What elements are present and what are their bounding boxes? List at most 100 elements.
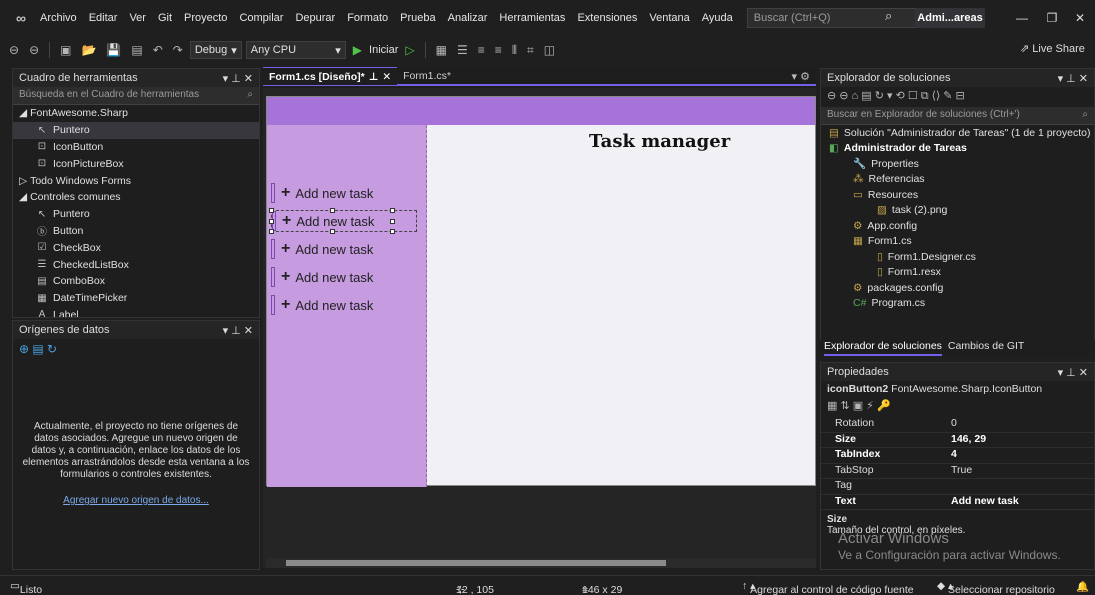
- toolbox-item[interactable]: ☰ CheckedListBox: [13, 256, 259, 273]
- property-value[interactable]: True: [951, 464, 972, 479]
- redo-icon[interactable]: ↷: [170, 43, 186, 57]
- restore-icon[interactable]: ❐: [1038, 6, 1066, 30]
- undo-icon[interactable]: ↶: [150, 43, 166, 57]
- toolbox-item[interactable]: ▤ ComboBox: [13, 273, 259, 290]
- resize-handle[interactable]: [269, 219, 274, 224]
- solution-tree-item[interactable]: ▤ Solución "Administrador de Tareas" (1 d…: [821, 125, 1094, 141]
- solution-tree-item[interactable]: ⚙ packages.config: [821, 280, 1094, 296]
- save-icon[interactable]: 💾: [103, 43, 124, 57]
- add-task-button-selected[interactable]: + Add new task: [269, 208, 417, 234]
- expand-closed-icon[interactable]: ▷: [19, 175, 27, 187]
- menu-depurar[interactable]: Depurar: [289, 12, 341, 24]
- run-without-debug-icon[interactable]: ▷: [402, 43, 417, 57]
- pin-icon[interactable]: ▾ ⊥ ✕: [1058, 72, 1088, 85]
- pin-icon[interactable]: ▾ ⊥ ✕: [223, 324, 253, 337]
- toolbox-item[interactable]: ☑ CheckBox: [13, 239, 259, 256]
- toolbox-item[interactable]: ◢ Controles comunes: [13, 189, 259, 206]
- close-icon[interactable]: ✕: [1066, 6, 1094, 30]
- resize-handle[interactable]: [330, 208, 335, 213]
- solution-tree-item[interactable]: ▭ Resources: [821, 187, 1094, 203]
- resize-handle[interactable]: [390, 208, 395, 213]
- save-all-icon[interactable]: ▤: [128, 43, 145, 57]
- toolbox-item[interactable]: ◢ FontAwesome.Sharp: [13, 105, 259, 122]
- property-row[interactable]: Text Add new task: [821, 495, 1094, 510]
- menu-archivo[interactable]: Archivo: [34, 12, 83, 24]
- menu-prueba[interactable]: Prueba: [394, 12, 441, 24]
- solution-tree-item[interactable]: ⚙ App.config: [821, 218, 1094, 234]
- toolbox-item[interactable]: ▷ Todo Windows Forms: [13, 172, 259, 189]
- run-icon[interactable]: ▶: [350, 43, 365, 57]
- bring-front-icon[interactable]: ◫: [541, 43, 558, 57]
- toolbox-search-input[interactable]: Búsqueda en el Cuadro de herramientas ⌕: [13, 87, 259, 105]
- property-row[interactable]: Rotation 0: [821, 417, 1094, 433]
- solution-tree-item[interactable]: ▨ task (2).png: [821, 203, 1094, 219]
- pin-icon[interactable]: ⊥: [369, 71, 379, 83]
- resize-handle[interactable]: [269, 229, 274, 234]
- property-value[interactable]: 4: [951, 448, 957, 463]
- add-task-button[interactable]: + Add new task: [271, 238, 417, 260]
- scrollbar-thumb[interactable]: [286, 560, 666, 566]
- search-icon[interactable]: ⌕: [885, 8, 892, 24]
- tab-git-changes[interactable]: Cambios de GIT: [948, 340, 1024, 356]
- property-row[interactable]: TabIndex 4: [821, 448, 1094, 464]
- menu-compilar[interactable]: Compilar: [233, 12, 289, 24]
- solution-tree-item[interactable]: 🔧 Properties: [821, 156, 1094, 172]
- spacing-icon[interactable]: ⦀: [509, 43, 520, 58]
- forward-icon[interactable]: ⊖: [26, 43, 42, 57]
- property-value[interactable]: 146, 29: [951, 433, 986, 448]
- back-icon[interactable]: ⊖: [6, 43, 22, 57]
- properties-object-selector[interactable]: iconButton2 FontAwesome.Sharp.IconButton: [821, 381, 1094, 397]
- menu-ver[interactable]: Ver: [123, 12, 152, 24]
- pin-icon[interactable]: ▾ ⊥ ✕: [223, 72, 253, 85]
- solution-tree-item[interactable]: ▯ Form1.Designer.cs: [821, 249, 1094, 265]
- solution-search-input[interactable]: Buscar en Explorador de soluciones (Ctrl…: [821, 107, 1094, 125]
- select-repository-button[interactable]: ◆ Seleccionar repositorio ▴: [937, 580, 1055, 595]
- tab-form1-design[interactable]: Form1.cs [Diseño]* ⊥ ✕: [263, 67, 398, 85]
- align-center-icon[interactable]: ≡: [475, 43, 488, 57]
- live-share-button[interactable]: ⇗ Live Share: [1020, 42, 1085, 55]
- menu-ayuda[interactable]: Ayuda: [696, 12, 739, 24]
- solution-explorer-toolbar[interactable]: ⊖ ⊖ ⌂ ▤ ↻ ▾ ⟲ ☐ ⧉ ⟨⟩ ✎ ⊟: [821, 87, 1094, 107]
- toolbox-item[interactable]: ⓑ Button: [13, 223, 259, 240]
- toolbox-item[interactable]: ↖ Puntero: [13, 121, 259, 139]
- menu-extensiones[interactable]: Extensiones: [571, 12, 643, 24]
- resize-handle[interactable]: [330, 229, 335, 234]
- add-task-button[interactable]: + Add new task: [271, 182, 417, 204]
- align-right-icon[interactable]: ≡: [492, 43, 505, 57]
- add-task-button[interactable]: + Add new task: [271, 294, 417, 316]
- form-title-label[interactable]: Task manager: [589, 131, 730, 152]
- platform-select[interactable]: Any CPU ▾: [245, 41, 346, 59]
- toolbox-item[interactable]: A Label: [13, 307, 259, 317]
- menu-formato[interactable]: Formato: [341, 12, 394, 24]
- form-canvas[interactable]: + Add new task + Add new task + Add new …: [266, 96, 816, 487]
- menu-ventana[interactable]: Ventana: [643, 12, 695, 24]
- add-datasource-icon[interactable]: ⊕ ▤ ↻: [13, 339, 259, 359]
- solution-tree-item[interactable]: ⁂ Referencias: [821, 172, 1094, 188]
- visual-studio-logo-icon[interactable]: ∞: [8, 8, 34, 28]
- designer-horizontal-scrollbar[interactable]: [266, 558, 816, 568]
- toolbox-item[interactable]: ↖ Puntero: [13, 206, 259, 223]
- menu-editar[interactable]: Editar: [83, 12, 124, 24]
- add-datasource-link[interactable]: Agregar nuevo origen de datos...: [13, 495, 259, 506]
- minimize-icon[interactable]: —: [1008, 6, 1036, 30]
- form-header-panel[interactable]: [267, 97, 815, 125]
- menu-git[interactable]: Git: [152, 12, 178, 24]
- property-value[interactable]: Add new task: [951, 495, 1019, 510]
- expand-open-icon[interactable]: ◢: [19, 191, 27, 203]
- run-button[interactable]: Iniciar: [369, 44, 398, 56]
- resize-handle[interactable]: [269, 208, 274, 213]
- form-sidebar-panel[interactable]: + Add new task + Add new task + Add new …: [267, 125, 427, 487]
- menu-proyecto[interactable]: Proyecto: [178, 12, 233, 24]
- pin-icon[interactable]: ▾ ⊥ ✕: [1058, 366, 1088, 379]
- expand-open-icon[interactable]: ◢: [19, 107, 27, 119]
- tab-form1-code[interactable]: Form1.cs*: [397, 67, 457, 85]
- layout-icon[interactable]: ▦: [433, 43, 450, 57]
- property-row[interactable]: Size 146, 29: [821, 433, 1094, 448]
- tab-solution-explorer[interactable]: Explorador de soluciones: [824, 340, 942, 356]
- solution-tree-item[interactable]: ▯ Form1.resx: [821, 265, 1094, 281]
- properties-toolbar[interactable]: ▦ ⇅ ▣ ⚡ 🔑: [821, 397, 1094, 417]
- property-row[interactable]: Tag: [821, 479, 1094, 495]
- grid-icon[interactable]: ⌗: [524, 43, 537, 58]
- align-icon[interactable]: ☰: [454, 43, 471, 57]
- property-value[interactable]: 0: [951, 417, 957, 432]
